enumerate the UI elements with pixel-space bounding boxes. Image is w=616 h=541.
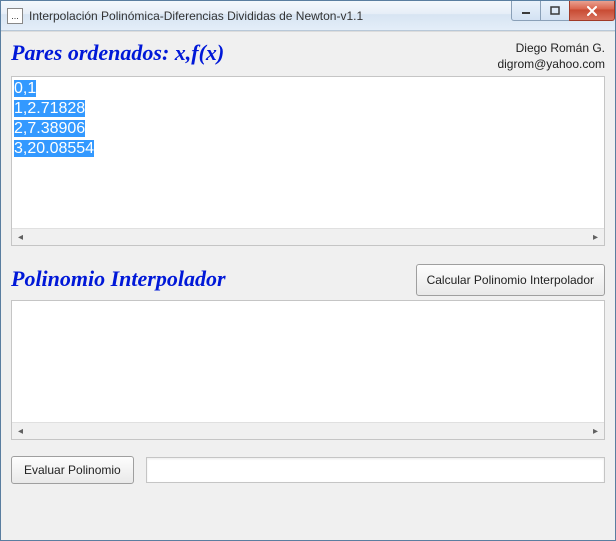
poly-textbox[interactable]: ◂ ▸ bbox=[11, 300, 605, 440]
window-controls bbox=[512, 1, 615, 30]
credits: Diego Román G. digrom@yahoo.com bbox=[497, 40, 605, 72]
window-title: Interpolación Polinómica-Diferencias Div… bbox=[29, 9, 512, 23]
pairs-heading: Pares ordenados: x,f(x) bbox=[11, 40, 224, 66]
author-email: digrom@yahoo.com bbox=[497, 56, 605, 72]
scroll-right-icon[interactable]: ▸ bbox=[587, 423, 604, 440]
scroll-track[interactable] bbox=[29, 229, 587, 245]
minimize-button[interactable] bbox=[511, 1, 541, 21]
poly-hscrollbar[interactable]: ◂ ▸ bbox=[12, 422, 604, 439]
pairs-hscrollbar[interactable]: ◂ ▸ bbox=[12, 228, 604, 245]
titlebar[interactable]: ... Interpolación Polinómica-Diferencias… bbox=[1, 1, 615, 31]
scroll-right-icon[interactable]: ▸ bbox=[587, 229, 604, 246]
calculate-button[interactable]: Calcular Polinomio Interpolador bbox=[416, 264, 605, 296]
app-window: ... Interpolación Polinómica-Diferencias… bbox=[0, 0, 616, 541]
author-name: Diego Román G. bbox=[497, 40, 605, 56]
close-button[interactable] bbox=[569, 1, 615, 21]
app-icon: ... bbox=[7, 8, 23, 24]
pairs-text-content[interactable]: 0,11,2.718282,7.389063,20.08554 bbox=[12, 77, 604, 228]
scroll-track[interactable] bbox=[29, 423, 587, 439]
poly-heading: Polinomio Interpolador bbox=[11, 266, 226, 292]
poly-text-content[interactable] bbox=[12, 301, 604, 422]
evaluate-button[interactable]: Evaluar Polinomio bbox=[11, 456, 134, 484]
scroll-left-icon[interactable]: ◂ bbox=[12, 423, 29, 440]
pairs-textbox[interactable]: 0,11,2.718282,7.389063,20.08554 ◂ ▸ bbox=[11, 76, 605, 246]
maximize-button[interactable] bbox=[540, 1, 570, 21]
client-area: Pares ordenados: x,f(x) Diego Román G. d… bbox=[1, 31, 615, 540]
evaluate-input[interactable] bbox=[146, 457, 605, 483]
scroll-left-icon[interactable]: ◂ bbox=[12, 229, 29, 246]
